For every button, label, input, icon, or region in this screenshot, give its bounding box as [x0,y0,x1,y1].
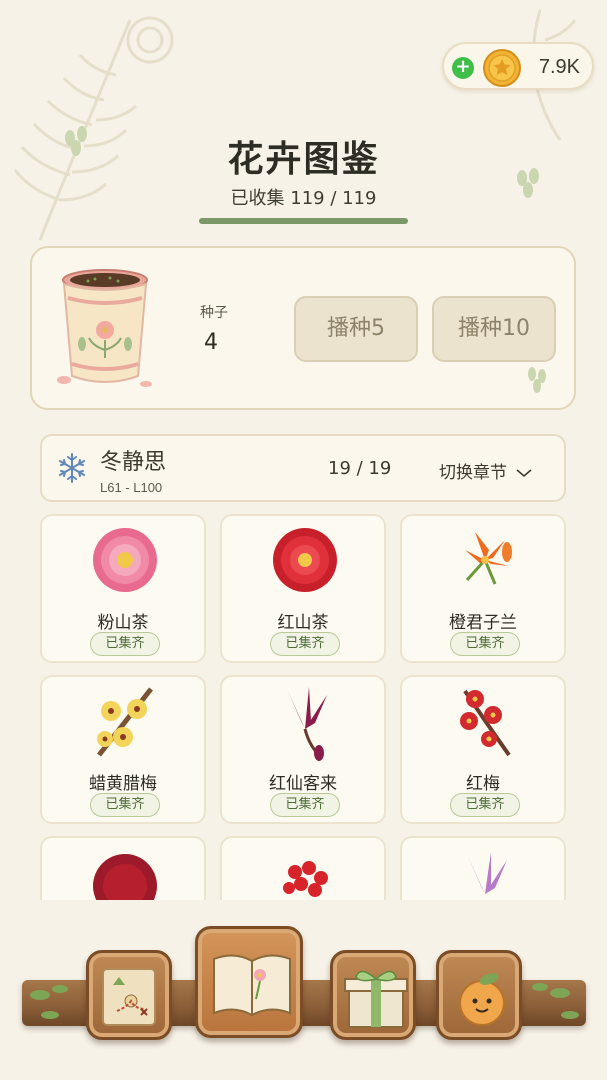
red-cyclamen-icon [287,687,327,761]
page-title: 花卉图鉴 [227,139,380,180]
red-kalanchoe-icon [283,861,328,897]
add-coins-button[interactable]: + [452,57,474,79]
red-plum-icon [460,689,511,757]
collected-badge: 已集齐 [450,793,520,817]
collected-badge: 已集齐 [270,793,340,817]
flower-card[interactable] [400,836,566,900]
seed-panel: 种子 4 播种5 播种10 [30,246,576,410]
flower-card[interactable] [220,836,386,900]
flower-pot-icon [57,269,152,387]
red-camellia-icon [273,528,337,592]
flower-grid[interactable]: 粉山茶 已集齐 红山茶 已集齐 橙君子兰 已集齐 蜡黄腊梅 已集齐 红仙客来 已… [0,512,607,900]
chapter-header: 冬静思 L61 - L100 19 / 19 切换章节 [40,434,566,502]
flower-name: 蜡黄腊梅 [89,774,157,794]
flower-card[interactable] [40,836,206,900]
chapter-name: 冬静思 [100,450,167,475]
nav-character-button[interactable] [436,950,522,1040]
crimson-camellia-icon [93,854,157,900]
flower-card[interactable]: 红仙客来 已集齐 [220,675,386,824]
seed-count: 4 [204,330,218,355]
title-underline [199,218,408,224]
coin-amount: 7.9K [538,56,580,78]
sow-10-button[interactable]: 播种10 [432,296,556,362]
coin-counter[interactable]: + 7.9K [442,42,594,90]
seed-label: 种子 [200,305,228,321]
flower-card[interactable]: 橙君子兰 已集齐 [400,514,566,663]
switch-chapter-label: 切换章节 [439,463,507,483]
gift-icon [344,970,408,1028]
nav-map-button[interactable] [86,950,172,1040]
collection-progress: 已收集 119 / 119 [230,188,377,209]
flower-name: 橙君子兰 [449,613,517,633]
flower-card[interactable]: 红山茶 已集齐 [220,514,386,663]
chapter-progress: 19 / 19 [328,458,392,479]
collected-badge: 已集齐 [270,632,340,656]
sow-5-button[interactable]: 播种5 [294,296,418,362]
flower-card[interactable]: 粉山茶 已集齐 [40,514,206,663]
map-icon [102,968,156,1026]
collected-badge: 已集齐 [90,793,160,817]
flower-name: 粉山茶 [97,613,149,633]
flower-name: 红仙客来 [269,774,337,794]
flower-card[interactable]: 蜡黄腊梅 已集齐 [40,675,206,824]
flower-name: 红梅 [466,774,500,794]
nav-collection-button[interactable] [195,926,303,1038]
leaf-decoration [528,367,546,393]
wintersweet-icon [97,687,153,757]
chapter-levels: L61 - L100 [100,480,163,495]
collected-badge: 已集齐 [450,632,520,656]
pink-camellia-icon [93,528,157,592]
book-icon [213,954,291,1017]
orange-clivia-icon [465,532,512,585]
flower-card[interactable]: 红梅 已集齐 [400,675,566,824]
purple-cyclamen-icon [467,852,507,894]
character-icon [459,973,505,1026]
coin-icon [483,49,521,87]
snowflake-icon [58,453,86,483]
flower-name: 红山茶 [277,613,329,633]
chevron-down-icon [516,469,532,478]
switch-chapter-button[interactable]: 切换章节 [439,458,532,483]
collected-badge: 已集齐 [90,632,160,656]
nav-gift-button[interactable] [330,950,416,1040]
